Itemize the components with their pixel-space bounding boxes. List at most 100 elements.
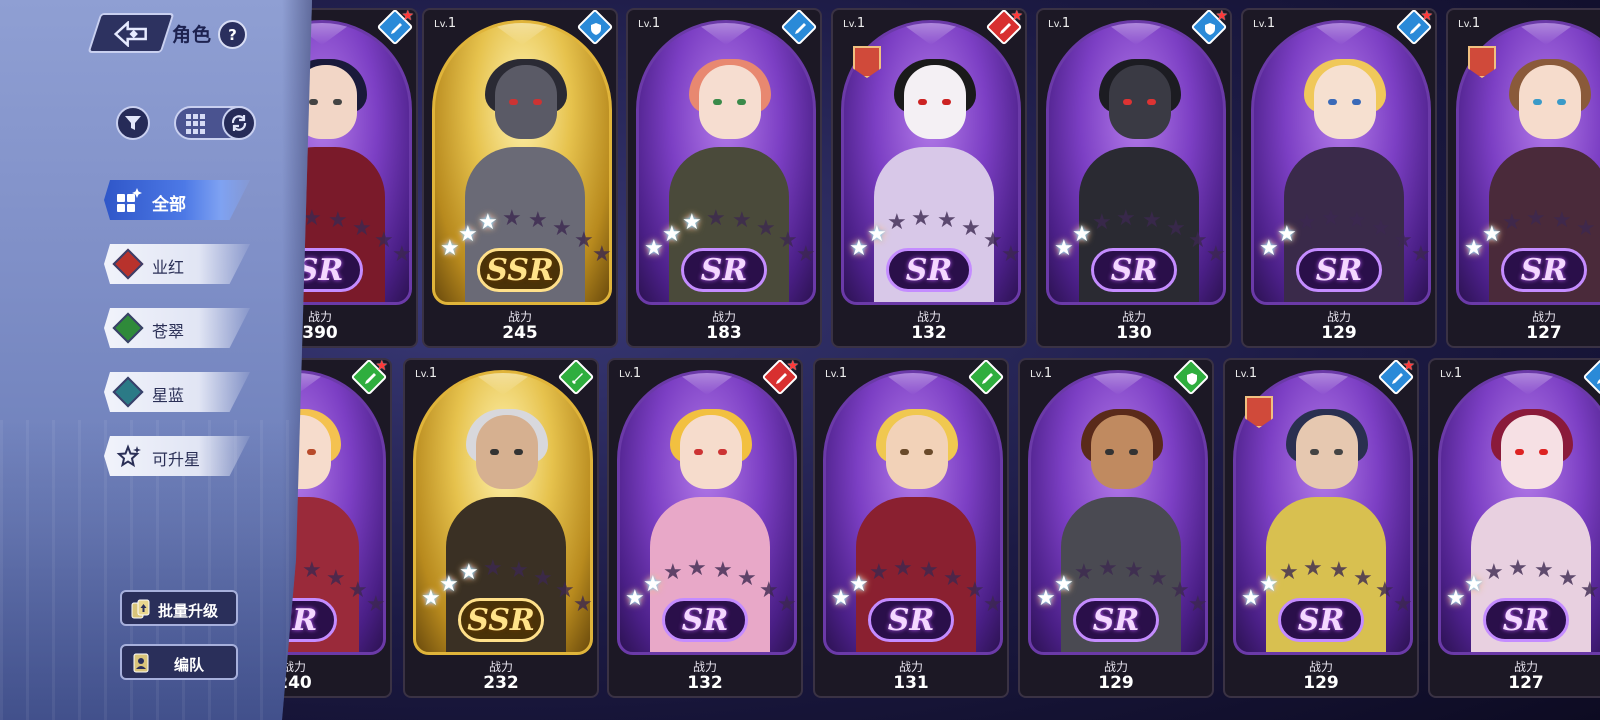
category-label: 苍翠 bbox=[152, 322, 185, 341]
category-label: 全部 bbox=[152, 195, 186, 215]
empty-star-icon: ★ bbox=[1411, 242, 1431, 267]
empty-star-icon: ★ bbox=[1092, 210, 1112, 235]
category-blue[interactable]: 星蓝 bbox=[104, 372, 250, 412]
category-label: 可升星 bbox=[152, 450, 201, 469]
character-card[interactable]: Lv.1★★★★★★★★SR战力127 bbox=[1446, 8, 1600, 348]
empty-star-icon: ★ bbox=[1074, 560, 1094, 585]
formation-button[interactable]: 编队 bbox=[120, 644, 238, 680]
power-value: 127 bbox=[1508, 673, 1544, 693]
filled-star-icon: ★ bbox=[478, 210, 498, 235]
empty-star-icon: ★ bbox=[1148, 566, 1168, 591]
rarity-badge: SR bbox=[1091, 248, 1177, 292]
empty-star-icon: ★ bbox=[887, 210, 907, 235]
character-card[interactable]: Lv.1 ★ ★ ★ ★ ★ ★ ★ ★ SSR 战力 232 bbox=[403, 358, 599, 698]
character-card[interactable]: Lv.1 ★ ★ ★ ★ ★ ★ ★ ★ ★ SR 战力 132 bbox=[831, 8, 1027, 348]
level-label: Lv.1 bbox=[1235, 366, 1258, 381]
rarity-badge: SR bbox=[1296, 248, 1382, 292]
empty-star-icon: ★ bbox=[352, 216, 372, 241]
character-card[interactable]: Lv.1★★★★★★★★SR战力127 bbox=[1428, 358, 1600, 698]
level-label: Lv.1 bbox=[825, 366, 848, 381]
refresh-icon[interactable] bbox=[222, 106, 256, 140]
empty-star-icon: ★ bbox=[663, 560, 683, 585]
rarity-badge: SR bbox=[662, 598, 748, 642]
empty-star-icon: ★ bbox=[348, 578, 368, 603]
level-label: Lv.1 bbox=[1253, 16, 1276, 31]
empty-star-icon: ★ bbox=[1166, 216, 1186, 241]
empty-star-icon: ★ bbox=[1502, 210, 1522, 235]
power-value: 183 bbox=[706, 323, 742, 343]
character-card[interactable]: Lv.1 ★ ★ ★ ★ ★ ★ ★ ★ ★ SR 战力 130 bbox=[1036, 8, 1232, 348]
empty-star-icon: ★ bbox=[777, 592, 797, 617]
power-value: 129 bbox=[1321, 323, 1357, 343]
cards-upgrade-icon bbox=[130, 598, 152, 619]
empty-star-icon: ★ bbox=[1142, 208, 1162, 233]
page-title: 角色 bbox=[172, 24, 213, 46]
empty-star-icon: ★ bbox=[1170, 578, 1190, 603]
empty-star-icon: ★ bbox=[1353, 566, 1373, 591]
category-all[interactable]: 全部 bbox=[104, 180, 250, 220]
empty-star-icon: ★ bbox=[1188, 592, 1208, 617]
character-card[interactable]: Lv.1 ★ ★ ★ ★ ★ ★ ★ ★ SR 战力 129 bbox=[1018, 358, 1214, 698]
empty-star-icon: ★ bbox=[1375, 578, 1395, 603]
empty-star-icon: ★ bbox=[961, 216, 981, 241]
batch-upgrade-button[interactable]: 批量升级 bbox=[120, 590, 238, 626]
back-button[interactable] bbox=[87, 13, 175, 53]
character-card[interactable]: Lv.1 ★ ★ ★ ★ ★ ★ ★ ★ SR 战力 131 bbox=[813, 358, 1009, 698]
power-value: 130 bbox=[1116, 323, 1152, 343]
power-value: 132 bbox=[687, 673, 723, 693]
character-card[interactable]: Lv.1 ★ ★ ★ ★ ★ ★ ★ ★ SSR 战力 245 bbox=[422, 8, 618, 348]
empty-star-icon: ★ bbox=[528, 208, 548, 233]
filled-star-icon: ★ bbox=[831, 586, 851, 611]
category-upgradable[interactable]: 可升星 bbox=[104, 436, 250, 476]
empty-star-icon: ★ bbox=[592, 242, 612, 267]
rarity-badge: SR bbox=[1483, 598, 1569, 642]
empty-star-icon: ★ bbox=[869, 560, 889, 585]
character-card[interactable]: Lv.1 ★ ★ ★ ★ ★ ★ ★ ★ ★ SR 战力 129 bbox=[1223, 358, 1419, 698]
empty-star-icon: ★ bbox=[1526, 206, 1546, 231]
filled-star-icon: ★ bbox=[458, 222, 478, 247]
power-value: 245 bbox=[502, 323, 538, 343]
empty-star-icon: ★ bbox=[1484, 560, 1504, 585]
level-label: Lv.1 bbox=[1048, 16, 1071, 31]
rarity-badge: SR bbox=[886, 248, 972, 292]
empty-star-icon: ★ bbox=[1580, 578, 1600, 603]
filled-star-icon: ★ bbox=[849, 572, 869, 597]
help-button[interactable]: ? bbox=[218, 20, 247, 49]
empty-star-icon: ★ bbox=[1576, 216, 1596, 241]
empty-star-icon: ★ bbox=[574, 228, 594, 253]
batch-upgrade-label: 批量升级 bbox=[158, 602, 219, 620]
empty-star-icon: ★ bbox=[1279, 560, 1299, 585]
filled-star-icon: ★ bbox=[1241, 586, 1261, 611]
star-up-icon bbox=[116, 444, 141, 468]
teal-diamond-icon bbox=[112, 376, 144, 408]
filled-star-icon: ★ bbox=[1054, 572, 1074, 597]
category-red[interactable]: 业红 bbox=[104, 244, 250, 284]
empty-star-icon: ★ bbox=[1558, 566, 1578, 591]
empty-star-icon: ★ bbox=[509, 558, 529, 583]
filled-star-icon: ★ bbox=[1446, 586, 1466, 611]
class-pen-icon bbox=[967, 360, 1005, 396]
empty-star-icon: ★ bbox=[713, 558, 733, 583]
filled-star-icon: ★ bbox=[439, 572, 459, 597]
empty-star-icon: ★ bbox=[326, 566, 346, 591]
empty-star-icon: ★ bbox=[533, 566, 553, 591]
empty-star-icon: ★ bbox=[1329, 558, 1349, 583]
empty-star-icon: ★ bbox=[366, 592, 386, 617]
empty-star-icon: ★ bbox=[1303, 556, 1323, 581]
new-star-icon: ★ bbox=[1010, 8, 1023, 24]
new-star-icon: ★ bbox=[786, 358, 799, 374]
category-green[interactable]: 苍翠 bbox=[104, 308, 250, 348]
character-card[interactable]: Lv.1 ★ ★ ★ ★ ★ ★ ★ ★ ★ SR 战力 132 bbox=[607, 358, 803, 698]
empty-star-icon: ★ bbox=[1124, 558, 1144, 583]
empty-star-icon: ★ bbox=[374, 228, 394, 253]
empty-star-icon: ★ bbox=[573, 592, 593, 617]
character-card[interactable]: Lv.1 ★ ★ ★ ★ ★ ★ ★ ★ SR 战力 183 bbox=[626, 8, 822, 348]
level-label: Lv.1 bbox=[1458, 16, 1481, 31]
empty-star-icon: ★ bbox=[392, 242, 412, 267]
empty-star-icon: ★ bbox=[759, 578, 779, 603]
filter-button[interactable] bbox=[116, 106, 150, 140]
filled-star-icon: ★ bbox=[1277, 222, 1297, 247]
view-toggle[interactable] bbox=[174, 106, 256, 140]
sidebar: 角色 ? 全部 业红 苍翠 星蓝 可升星 批量升级 编队 bbox=[0, 0, 312, 720]
character-card[interactable]: Lv.1 ★ ★ ★ ★ ★ ★ ★ ★ ★ SR 战力 129 bbox=[1241, 8, 1437, 348]
